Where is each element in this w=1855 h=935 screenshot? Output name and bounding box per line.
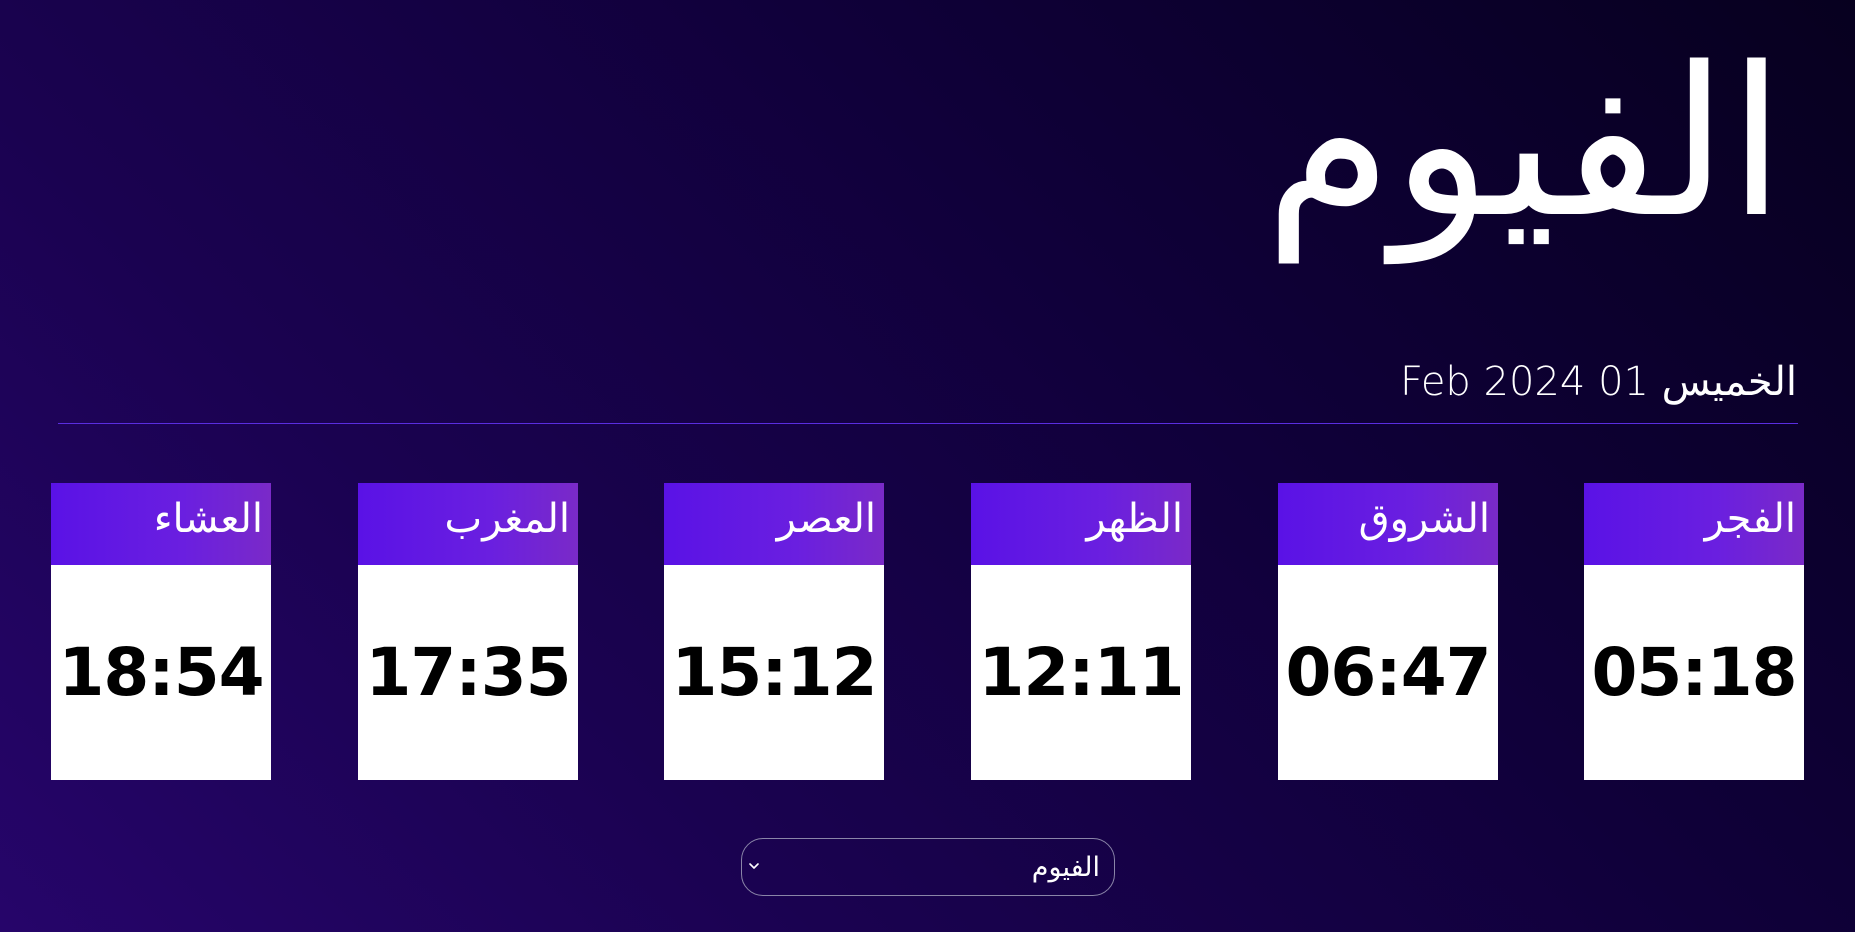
chevron-down-icon (748, 860, 760, 875)
prayer-name: العصر (776, 496, 876, 542)
prayer-card-header: العصر (664, 483, 884, 565)
prayer-card-header: الشروق (1278, 483, 1498, 565)
prayer-times-page: الفيوم الخميس 01 Feb 2024 العشاء 18:54 ا… (0, 0, 1855, 935)
prayer-card-maghrib: المغرب 17:35 (358, 483, 578, 780)
prayer-name: الشروق (1358, 496, 1490, 542)
city-select-value: الفيوم (1031, 851, 1100, 883)
prayer-time: 17:35 (365, 634, 571, 711)
prayer-card-header: العشاء (51, 483, 271, 565)
divider (58, 423, 1798, 424)
prayer-card-asr: العصر 15:12 (664, 483, 884, 780)
prayer-card-header: الظهر (971, 483, 1191, 565)
prayer-name: الظهر (1086, 496, 1183, 542)
date-display: الخميس 01 Feb 2024 (1400, 359, 1797, 405)
prayer-card-isha: العشاء 18:54 (51, 483, 271, 780)
prayer-name: المغرب (444, 496, 570, 542)
prayer-time: 12:11 (978, 634, 1184, 711)
prayer-card-dhuhr: الظهر 12:11 (971, 483, 1191, 780)
prayer-card-header: الفجر (1584, 483, 1804, 565)
prayer-card-sunrise: الشروق 06:47 (1278, 483, 1498, 780)
prayer-time: 05:18 (1591, 634, 1797, 711)
prayer-card-fajr: الفجر 05:18 (1584, 483, 1804, 780)
prayer-time: 18:54 (58, 634, 264, 711)
prayer-name: العشاء (153, 496, 263, 542)
prayer-time: 06:47 (1285, 634, 1491, 711)
prayer-name: الفجر (1704, 496, 1796, 542)
city-title: الفيوم (1264, 23, 1785, 263)
city-select[interactable]: الفيوم (741, 838, 1115, 896)
prayer-card-header: المغرب (358, 483, 578, 565)
prayer-time: 15:12 (671, 634, 877, 711)
